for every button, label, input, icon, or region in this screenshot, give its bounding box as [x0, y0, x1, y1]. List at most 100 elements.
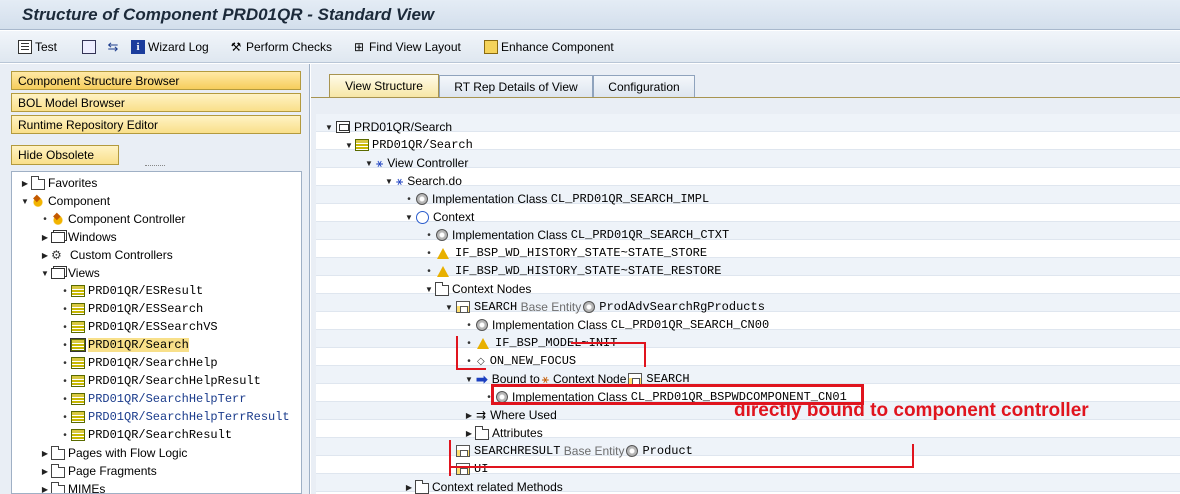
bullet-icon: •: [467, 337, 471, 349]
bullet-icon: •: [427, 247, 431, 259]
context-icon: [416, 210, 429, 224]
tree-item-view[interactable]: • PRD01QR/ESSearch: [60, 300, 203, 318]
tree-node-context-nodes[interactable]: ▼ Context Nodes: [424, 280, 531, 298]
runtime-repository-editor-label: Runtime Repository Editor: [18, 117, 159, 132]
node-label: Search.do: [407, 174, 462, 188]
collapse-icon[interactable]: ▼: [20, 192, 30, 210]
enhance-component-button[interactable]: Enhance Component: [484, 38, 614, 56]
row-stripe: [316, 348, 1180, 366]
row-stripe: [316, 438, 1180, 456]
expand-icon[interactable]: ▶: [40, 228, 50, 246]
tree-node-impl-class-cn00[interactable]: • Implementation Class CL_PRD01QR_SEARCH…: [464, 316, 769, 334]
tree-label: PRD01QR/SearchHelp: [88, 356, 218, 370]
tree-item-view-selected[interactable]: • PRD01QR/Search: [60, 336, 189, 354]
tree-node-context[interactable]: ▼ Context: [404, 208, 474, 226]
bullet-icon: •: [467, 319, 471, 331]
expand-icon[interactable]: ▶: [40, 246, 50, 264]
test-button[interactable]: Test: [18, 38, 57, 56]
tree-item-favorites[interactable]: ▶ Favorites: [20, 174, 97, 192]
expand-icon[interactable]: ▶: [464, 424, 474, 442]
tree-node-impl-class[interactable]: • Implementation Class CL_PRD01QR_SEARCH…: [404, 190, 709, 208]
warning-icon: [477, 337, 489, 349]
tab-rt-rep-details[interactable]: RT Rep Details of View: [439, 75, 593, 97]
bol-model-browser-label: BOL Model Browser: [18, 95, 125, 110]
hide-obsolete-button[interactable]: Hide Obsolete: [11, 145, 119, 165]
collapse-icon[interactable]: ▼: [384, 172, 394, 190]
tree-item-view[interactable]: • PRD01QR/SearchHelpTerr: [60, 390, 246, 408]
tree-item-custom-controllers[interactable]: ▶ ⚙ Custom Controllers: [40, 246, 173, 264]
custom-controller-icon: ⚙: [51, 248, 62, 262]
tree-node-searchresult[interactable]: SEARCHRESULT Base Entity Product: [454, 442, 693, 460]
collapse-icon[interactable]: ▼: [324, 118, 334, 136]
tree-node-impl-class-ctxt[interactable]: • Implementation Class CL_PRD01QR_SEARCH…: [424, 226, 729, 244]
tree-item-view[interactable]: • PRD01QR/SearchResult: [60, 426, 232, 444]
perform-checks-button[interactable]: ⚒ Perform Checks: [229, 38, 332, 56]
folder-icon: [51, 445, 65, 460]
where-used-icon: ⇉: [476, 408, 487, 422]
tree-item-component-controller[interactable]: • Component Controller: [40, 210, 185, 228]
runtime-repository-editor-button[interactable]: Runtime Repository Editor: [11, 115, 301, 134]
tree-item-view[interactable]: • PRD01QR/SearchHelpResult: [60, 372, 261, 390]
node-label: Implementation Class: [492, 318, 608, 332]
tree-node-search-do[interactable]: ▼ ⚹ Search.do: [384, 172, 462, 190]
tree-label: MIMEs: [68, 482, 106, 494]
bullet-icon: •: [63, 393, 67, 405]
collapse-icon[interactable]: ▼: [444, 298, 454, 316]
tab-configuration[interactable]: Configuration: [593, 75, 695, 97]
tree-node-state-store[interactable]: • IF_BSP_WD_HISTORY_STATE~STATE_STORE: [424, 244, 707, 262]
wizard-log-button[interactable]: i Wizard Log: [131, 38, 209, 56]
collapse-icon[interactable]: ▼: [404, 208, 414, 226]
tree-item-view[interactable]: • PRD01QR/ESResult: [60, 282, 203, 300]
list-button[interactable]: [82, 38, 96, 56]
tree-item-windows[interactable]: ▶ Windows: [40, 228, 117, 246]
tree-node-view[interactable]: ▼ PRD01QR/Search: [344, 136, 473, 154]
bullet-icon: •: [43, 213, 47, 225]
tree-item-pages-with-flow-logic[interactable]: ▶ Pages with Flow Logic: [40, 444, 187, 462]
expand-icon[interactable]: ▶: [20, 174, 30, 192]
tree-item-view[interactable]: • PRD01QR/SearchHelpTerrResult: [60, 408, 289, 426]
arrow-right-icon: ➡: [476, 370, 488, 387]
tree-item-mimes[interactable]: ▶ MIMEs: [40, 480, 106, 494]
tree-item-views[interactable]: ▼ Views: [40, 264, 100, 282]
bullet-icon: •: [63, 429, 67, 441]
collapse-icon[interactable]: ▼: [344, 136, 354, 154]
bol-model-browser-button[interactable]: BOL Model Browser: [11, 93, 301, 112]
annotation-line: [449, 440, 451, 476]
tree-item-view[interactable]: • PRD01QR/SearchHelp: [60, 354, 218, 372]
tree-node-view-controller[interactable]: ▼ ⚹ View Controller: [364, 154, 468, 172]
expand-icon[interactable]: ▶: [40, 480, 50, 494]
tree-item-view[interactable]: • PRD01QR/ESSearchVS: [60, 318, 217, 336]
splitter-handle[interactable]: [145, 165, 165, 168]
expand-icon[interactable]: ▶: [404, 478, 414, 494]
collapse-icon[interactable]: ▼: [40, 264, 50, 282]
tree-item-component[interactable]: ▼ Component: [20, 192, 110, 210]
annotation-line: [456, 336, 458, 370]
collapse-icon[interactable]: ▼: [424, 280, 434, 298]
base-entity-label: Base Entity: [563, 444, 625, 458]
node-label: PRD01QR/Search: [372, 138, 473, 152]
expand-icon[interactable]: ▶: [40, 444, 50, 462]
tab-view-structure[interactable]: View Structure: [329, 74, 439, 97]
find-view-layout-button[interactable]: ⊞ Find View Layout: [352, 38, 461, 56]
view-icon: [71, 375, 85, 387]
tree-node-context-related-methods[interactable]: ▶ Context related Methods: [404, 478, 563, 494]
tree-node-ui[interactable]: UI: [454, 460, 488, 478]
tree-item-page-fragments[interactable]: ▶ Page Fragments: [40, 462, 157, 480]
expand-icon[interactable]: ▶: [464, 406, 474, 424]
collapse-icon[interactable]: ▼: [364, 154, 374, 172]
list-icon: [82, 40, 96, 54]
context-node-icon: [456, 301, 470, 313]
expand-icon[interactable]: ▶: [40, 462, 50, 480]
tree-label: Component Controller: [68, 212, 186, 226]
view-icon: [70, 338, 86, 352]
collapse-icon[interactable]: ▼: [464, 370, 474, 388]
navigate-button[interactable]: ⇆: [106, 38, 120, 56]
tree-node-attributes[interactable]: ▶ Attributes: [464, 424, 543, 442]
component-structure-browser-button[interactable]: Component Structure Browser: [11, 71, 301, 90]
tree-node-root[interactable]: ▼ PRD01QR/Search: [324, 118, 452, 136]
tree-node-search[interactable]: ▼ SEARCH Base Entity ProdAdvSearchRgProd…: [444, 298, 765, 316]
bullet-icon: •: [63, 303, 67, 315]
tree-node-where-used[interactable]: ▶ ⇉ Where Used: [464, 406, 557, 424]
node-label: ON_NEW_FOCUS: [489, 354, 577, 368]
tree-node-state-restore[interactable]: • IF_BSP_WD_HISTORY_STATE~STATE_RESTORE: [424, 262, 721, 280]
